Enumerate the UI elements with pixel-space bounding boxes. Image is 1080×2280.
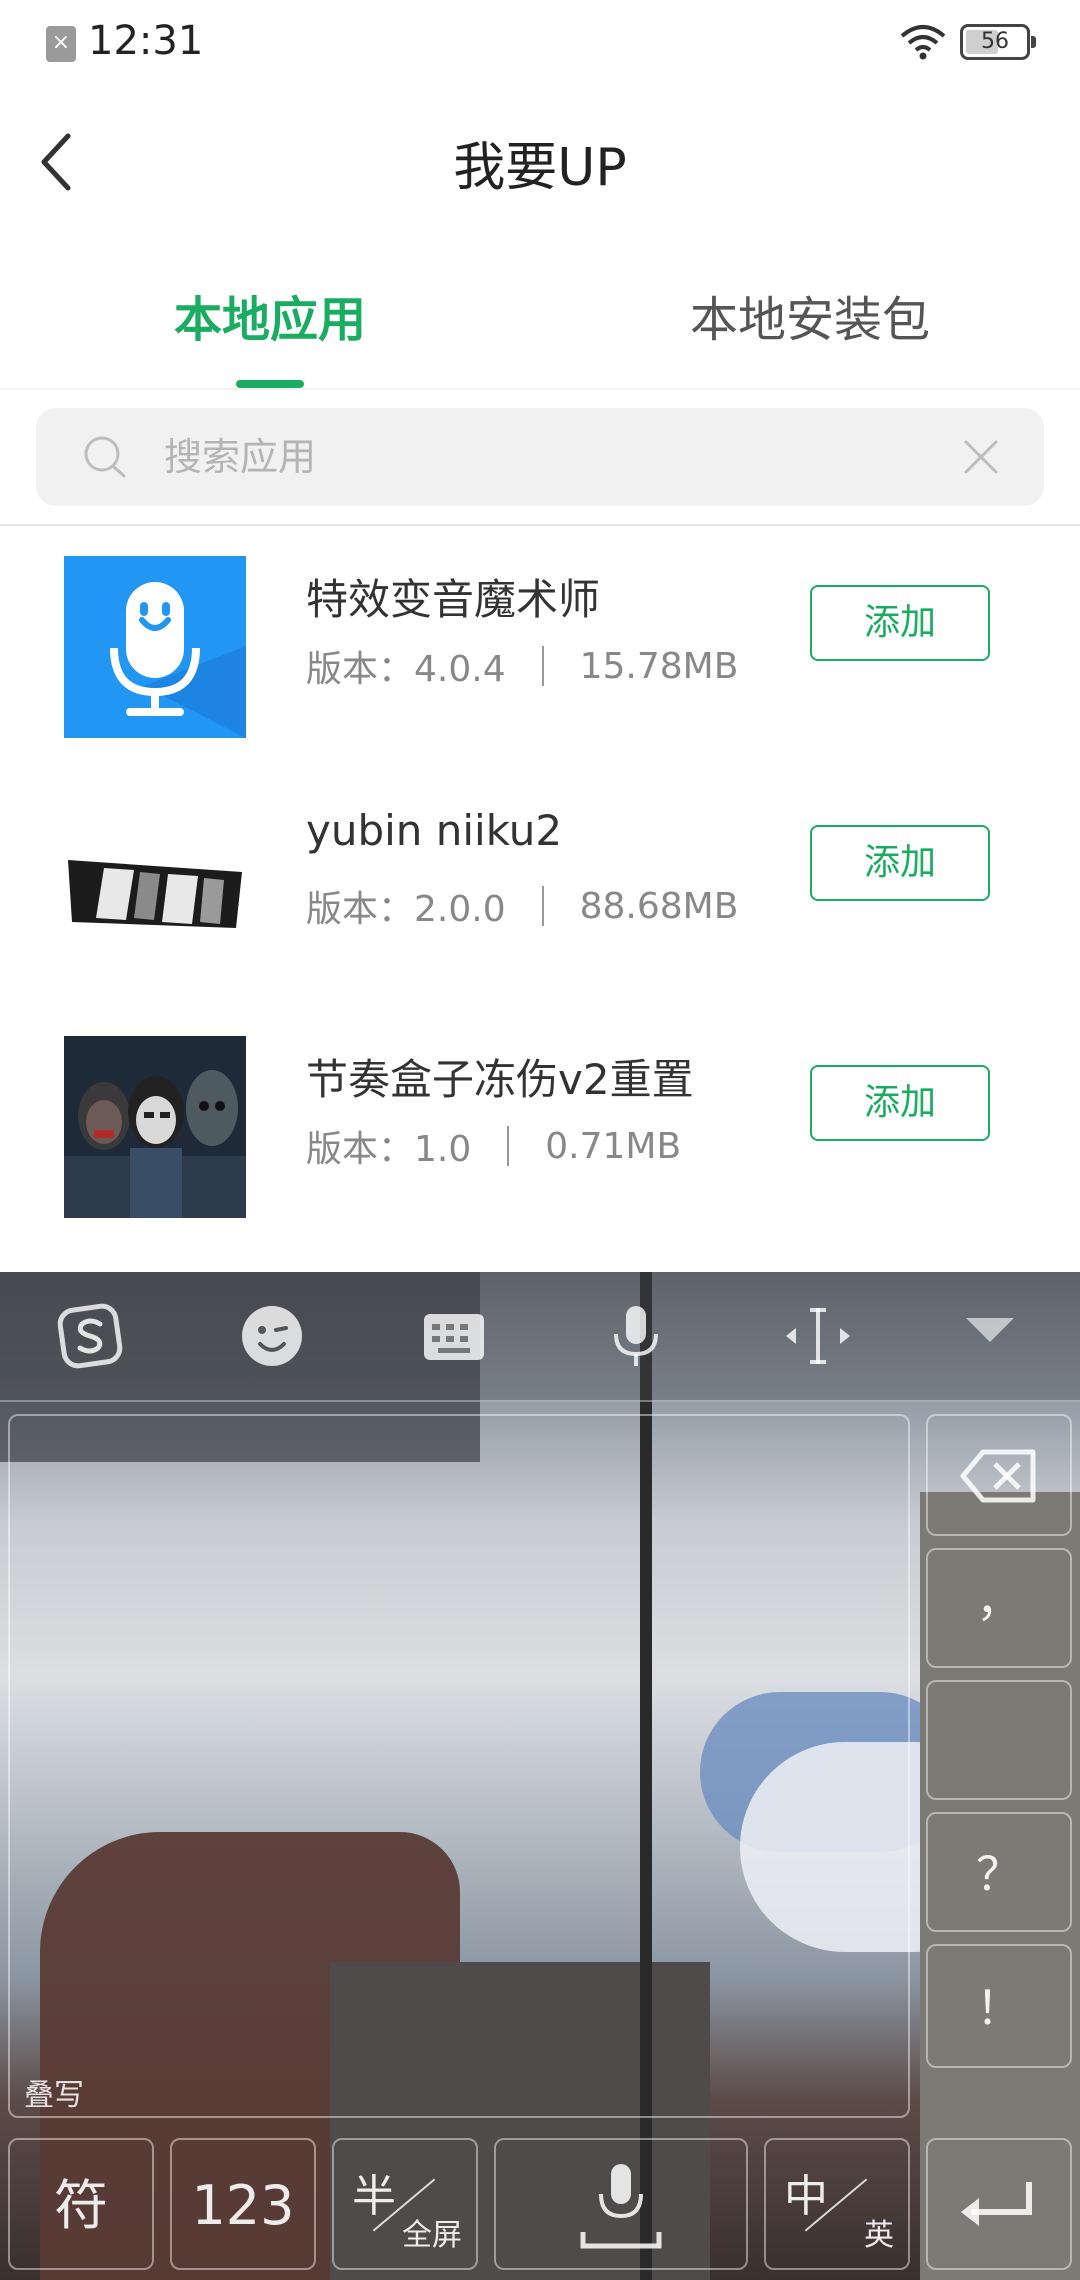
backspace-key[interactable] [926, 1414, 1072, 1536]
app-version: 版本：4.0.4 [306, 649, 506, 690]
list-divider [0, 524, 1080, 526]
sim-card-icon [46, 26, 76, 62]
chinese-english-key[interactable]: 中 英 [764, 2138, 910, 2270]
app-list-item: 节奏盒子冻伤v2重置 版本：1.0 0.71MB 添加 [0, 1008, 1080, 1248]
meta-separator [541, 646, 544, 686]
full-width-label: 全屏 [402, 2218, 462, 2253]
app-list-item: yubin niiku2 版本：2.0.0 88.68MB 添加 [0, 768, 1080, 1008]
rhythm-box-app-icon [64, 1036, 246, 1218]
app-version: 版本：1.0 [306, 1129, 472, 1170]
microphone-icon[interactable] [600, 1300, 672, 1372]
overlap-write-label: 叠写 [24, 2078, 84, 2113]
meta-separator [541, 886, 544, 926]
app-size: 0.71MB [545, 1125, 682, 1167]
app-size: 15.78MB [579, 645, 739, 687]
keyboard-toolbar [0, 1272, 1080, 1402]
add-button[interactable]: 添加 [810, 825, 990, 901]
app-meta: 版本：4.0.4 15.78MB [306, 640, 738, 692]
battery-indicator: 56 [960, 24, 1036, 60]
enter-icon [961, 2182, 1032, 2226]
search-box[interactable] [36, 408, 1044, 506]
full-half-width-key[interactable]: 半 全屏 [332, 2138, 478, 2270]
app-name: yubin niiku2 [306, 806, 563, 855]
sogou-logo-icon[interactable] [54, 1300, 126, 1372]
meta-separator [507, 1126, 510, 1166]
status-bar: 12:31 56 [0, 0, 1080, 84]
sunglasses-app-icon [64, 796, 246, 978]
symbols-key[interactable]: 符 [8, 2138, 154, 2270]
tab-divider [0, 388, 1080, 390]
comma-key[interactable]: ， [926, 1548, 1072, 1668]
emoji-icon[interactable] [236, 1300, 308, 1372]
app-list-item: 特效变音魔术师 版本：4.0.4 15.78MB 添加 [0, 528, 1080, 768]
numbers-key-label: 123 [191, 2174, 295, 2237]
keyboard-icon[interactable] [418, 1300, 490, 1372]
app-version: 版本：2.0.0 [306, 889, 506, 930]
page-title: 我要UP [453, 138, 627, 198]
clear-search-icon[interactable] [960, 436, 1002, 478]
tab-local-apps[interactable]: 本地应用 [0, 280, 540, 350]
collapse-keyboard-icon[interactable] [966, 1318, 1014, 1342]
app-name: 节奏盒子冻伤v2重置 [306, 1055, 694, 1104]
cursor-move-icon[interactable] [782, 1300, 854, 1372]
handwriting-keyboard: 叠写 ， ？ ！ 符 123 半 全屏 中 英 [0, 1272, 1080, 2280]
voice-space-icon [580, 2164, 662, 2249]
search-input[interactable] [164, 426, 944, 488]
enter-key[interactable] [926, 2138, 1072, 2270]
backspace-icon [960, 1449, 1036, 1503]
status-time: 12:31 [88, 18, 204, 64]
active-tab-indicator [236, 380, 304, 388]
voice-changer-app-icon [64, 556, 246, 738]
wifi-icon [900, 25, 946, 60]
handwriting-area[interactable] [8, 1414, 910, 2118]
symbols-key-label: 符 [54, 2174, 108, 2237]
english-label: 英 [864, 2218, 894, 2253]
battery-percent: 56 [981, 29, 1009, 54]
exclamation-key[interactable]: ！ [926, 1944, 1072, 2068]
space-key[interactable] [494, 2138, 748, 2270]
app-meta: 版本：2.0.0 88.68MB [306, 880, 738, 932]
add-button[interactable]: 添加 [810, 1065, 990, 1141]
app-meta: 版本：1.0 0.71MB [306, 1120, 681, 1172]
app-size: 88.68MB [579, 885, 739, 927]
search-icon [84, 436, 126, 478]
tab-local-packages[interactable]: 本地安装包 [540, 280, 1080, 350]
app-name: 特效变音魔术师 [306, 575, 601, 624]
numbers-key[interactable]: 123 [170, 2138, 316, 2270]
question-key[interactable]: ？ [926, 1812, 1072, 1932]
blank-side-key[interactable] [926, 1680, 1072, 1800]
add-button[interactable]: 添加 [810, 585, 990, 661]
